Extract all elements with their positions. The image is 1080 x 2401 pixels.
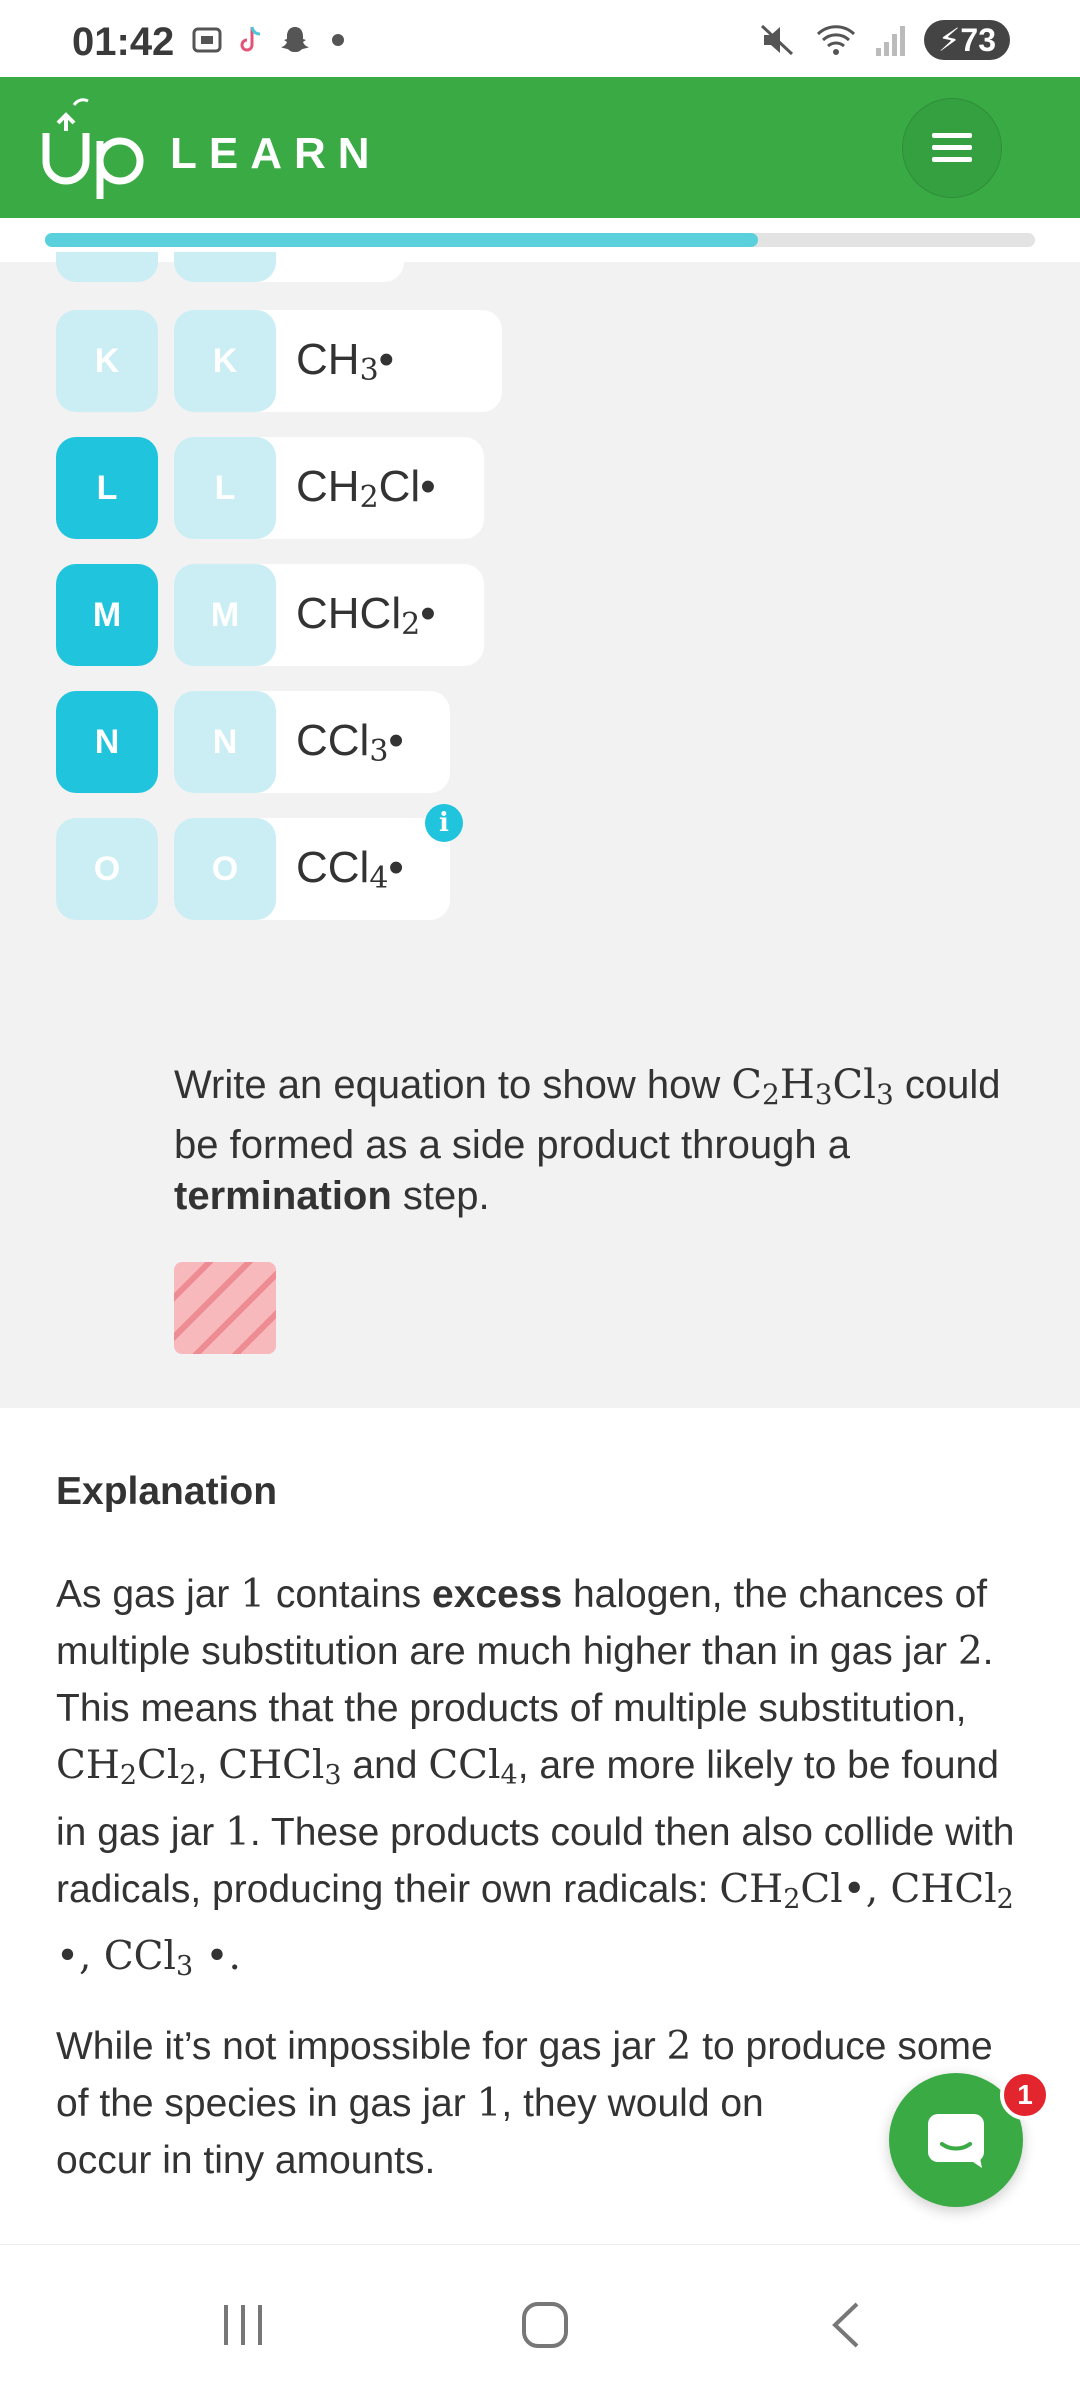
back-icon	[832, 2302, 859, 2348]
system-navigation-bar	[0, 2244, 1080, 2401]
tiktok-icon	[240, 26, 261, 52]
option-formula: CCl3•	[296, 715, 404, 769]
explanation-paragraph-2: While it’s not impossible for gas jar 2 …	[56, 2024, 993, 2182]
progress-fill	[45, 233, 758, 247]
brand-text: LEARN	[170, 129, 382, 178]
dot-icon	[332, 34, 344, 46]
option-card[interactable]: K CH3•	[174, 310, 502, 412]
option-partial-letter	[56, 252, 158, 282]
uplearn-logo[interactable]: LEARN	[38, 89, 382, 207]
system-icons: ⚡ 73	[758, 20, 1010, 60]
option-inner-letter: O	[174, 818, 276, 920]
snapchat-icon	[281, 27, 309, 52]
option-letter[interactable]: O	[56, 818, 158, 920]
option-formula: CCl4•	[296, 842, 404, 896]
status-bar: 01:42 ⚡ 73	[0, 0, 1080, 77]
info-icon[interactable]: i	[425, 804, 463, 842]
option-card[interactable]: O CCl4•	[174, 818, 450, 920]
charging-icon: ⚡	[937, 22, 961, 58]
option-letter[interactable]: K	[56, 310, 158, 412]
option-inner-letter: N	[174, 691, 276, 793]
recent-apps-button[interactable]	[203, 2285, 283, 2365]
status-time: 01:42	[72, 20, 175, 64]
back-button[interactable]	[807, 2285, 887, 2365]
mute-icon	[760, 24, 793, 56]
home-button[interactable]	[505, 2285, 585, 2365]
home-icon	[522, 2302, 568, 2348]
option-letter[interactable]: M	[56, 564, 158, 666]
chat-notification-badge: 1	[1000, 2070, 1050, 2120]
progress-container	[0, 218, 1080, 262]
option-letter[interactable]: N	[56, 691, 158, 793]
option-partial-card	[174, 252, 404, 282]
hamburger-menu-icon	[932, 133, 972, 162]
signal-icon	[875, 26, 905, 56]
option-card[interactable]: L CH2Cl•	[174, 437, 484, 539]
option-card[interactable]: N CCl3•	[174, 691, 450, 793]
menu-button[interactable]	[902, 98, 1002, 198]
question-text: Write an equation to show how C2H3Cl3 co…	[174, 1062, 1001, 1218]
progress-track	[45, 233, 1035, 247]
up-logo-icon	[42, 98, 144, 199]
option-inner-letter: L	[174, 437, 276, 539]
option-card[interactable]: M CHCl2•	[174, 564, 484, 666]
screenshot-icon	[192, 27, 222, 53]
option-formula: CH3•	[296, 334, 395, 388]
explanation-title: Explanation	[56, 1470, 278, 1513]
battery-level: 73	[960, 21, 996, 58]
recent-apps-icon	[224, 2305, 262, 2345]
notification-icons	[190, 22, 344, 58]
wifi-icon	[816, 25, 855, 55]
option-inner-letter: M	[174, 564, 276, 666]
battery-icon: ⚡ 73	[923, 20, 1010, 60]
chat-icon	[928, 2114, 984, 2168]
app-header: LEARN	[0, 77, 1080, 218]
explanation-paragraph-1: As gas jar 1 contains excess halogen, th…	[56, 1572, 1015, 1982]
option-letter[interactable]: L	[56, 437, 158, 539]
option-formula: CH2Cl•	[296, 461, 436, 515]
option-inner-letter: K	[174, 310, 276, 412]
option-formula: CHCl2•	[296, 588, 436, 642]
answer-input-box[interactable]	[174, 1262, 276, 1354]
